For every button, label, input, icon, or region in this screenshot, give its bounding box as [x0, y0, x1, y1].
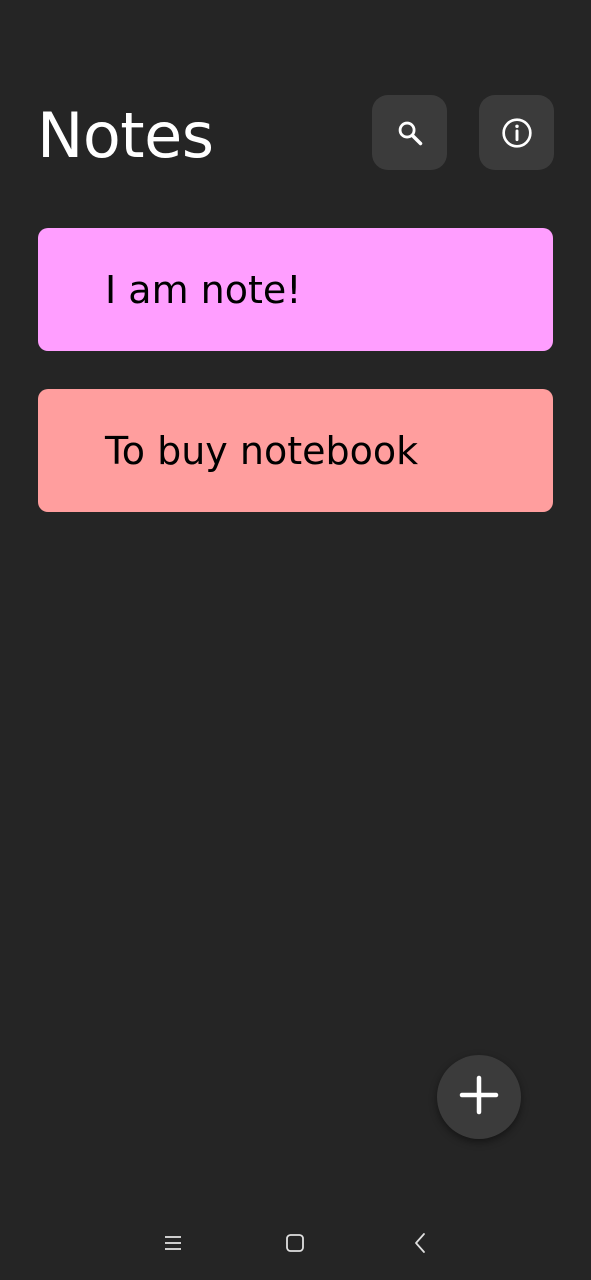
note-card[interactable]: To buy notebook: [38, 389, 553, 512]
back-icon: [412, 1232, 428, 1259]
add-note-button[interactable]: [437, 1055, 521, 1139]
note-text: I am note!: [105, 267, 302, 312]
home-button[interactable]: [280, 1230, 310, 1260]
page-title: Notes: [37, 99, 214, 172]
plus-icon: [459, 1075, 499, 1120]
note-card[interactable]: I am note!: [38, 228, 553, 351]
note-text: To buy notebook: [105, 428, 419, 473]
note-list: I am note! To buy notebook: [38, 228, 553, 550]
search-button[interactable]: [372, 95, 447, 170]
home-icon: [285, 1233, 305, 1258]
system-navigation-bar: [0, 1210, 591, 1280]
info-button[interactable]: [479, 95, 554, 170]
menu-icon: [163, 1234, 183, 1257]
info-icon: [501, 117, 533, 149]
back-button[interactable]: [405, 1230, 435, 1260]
recent-apps-button[interactable]: [158, 1230, 188, 1260]
search-icon: [396, 119, 424, 147]
